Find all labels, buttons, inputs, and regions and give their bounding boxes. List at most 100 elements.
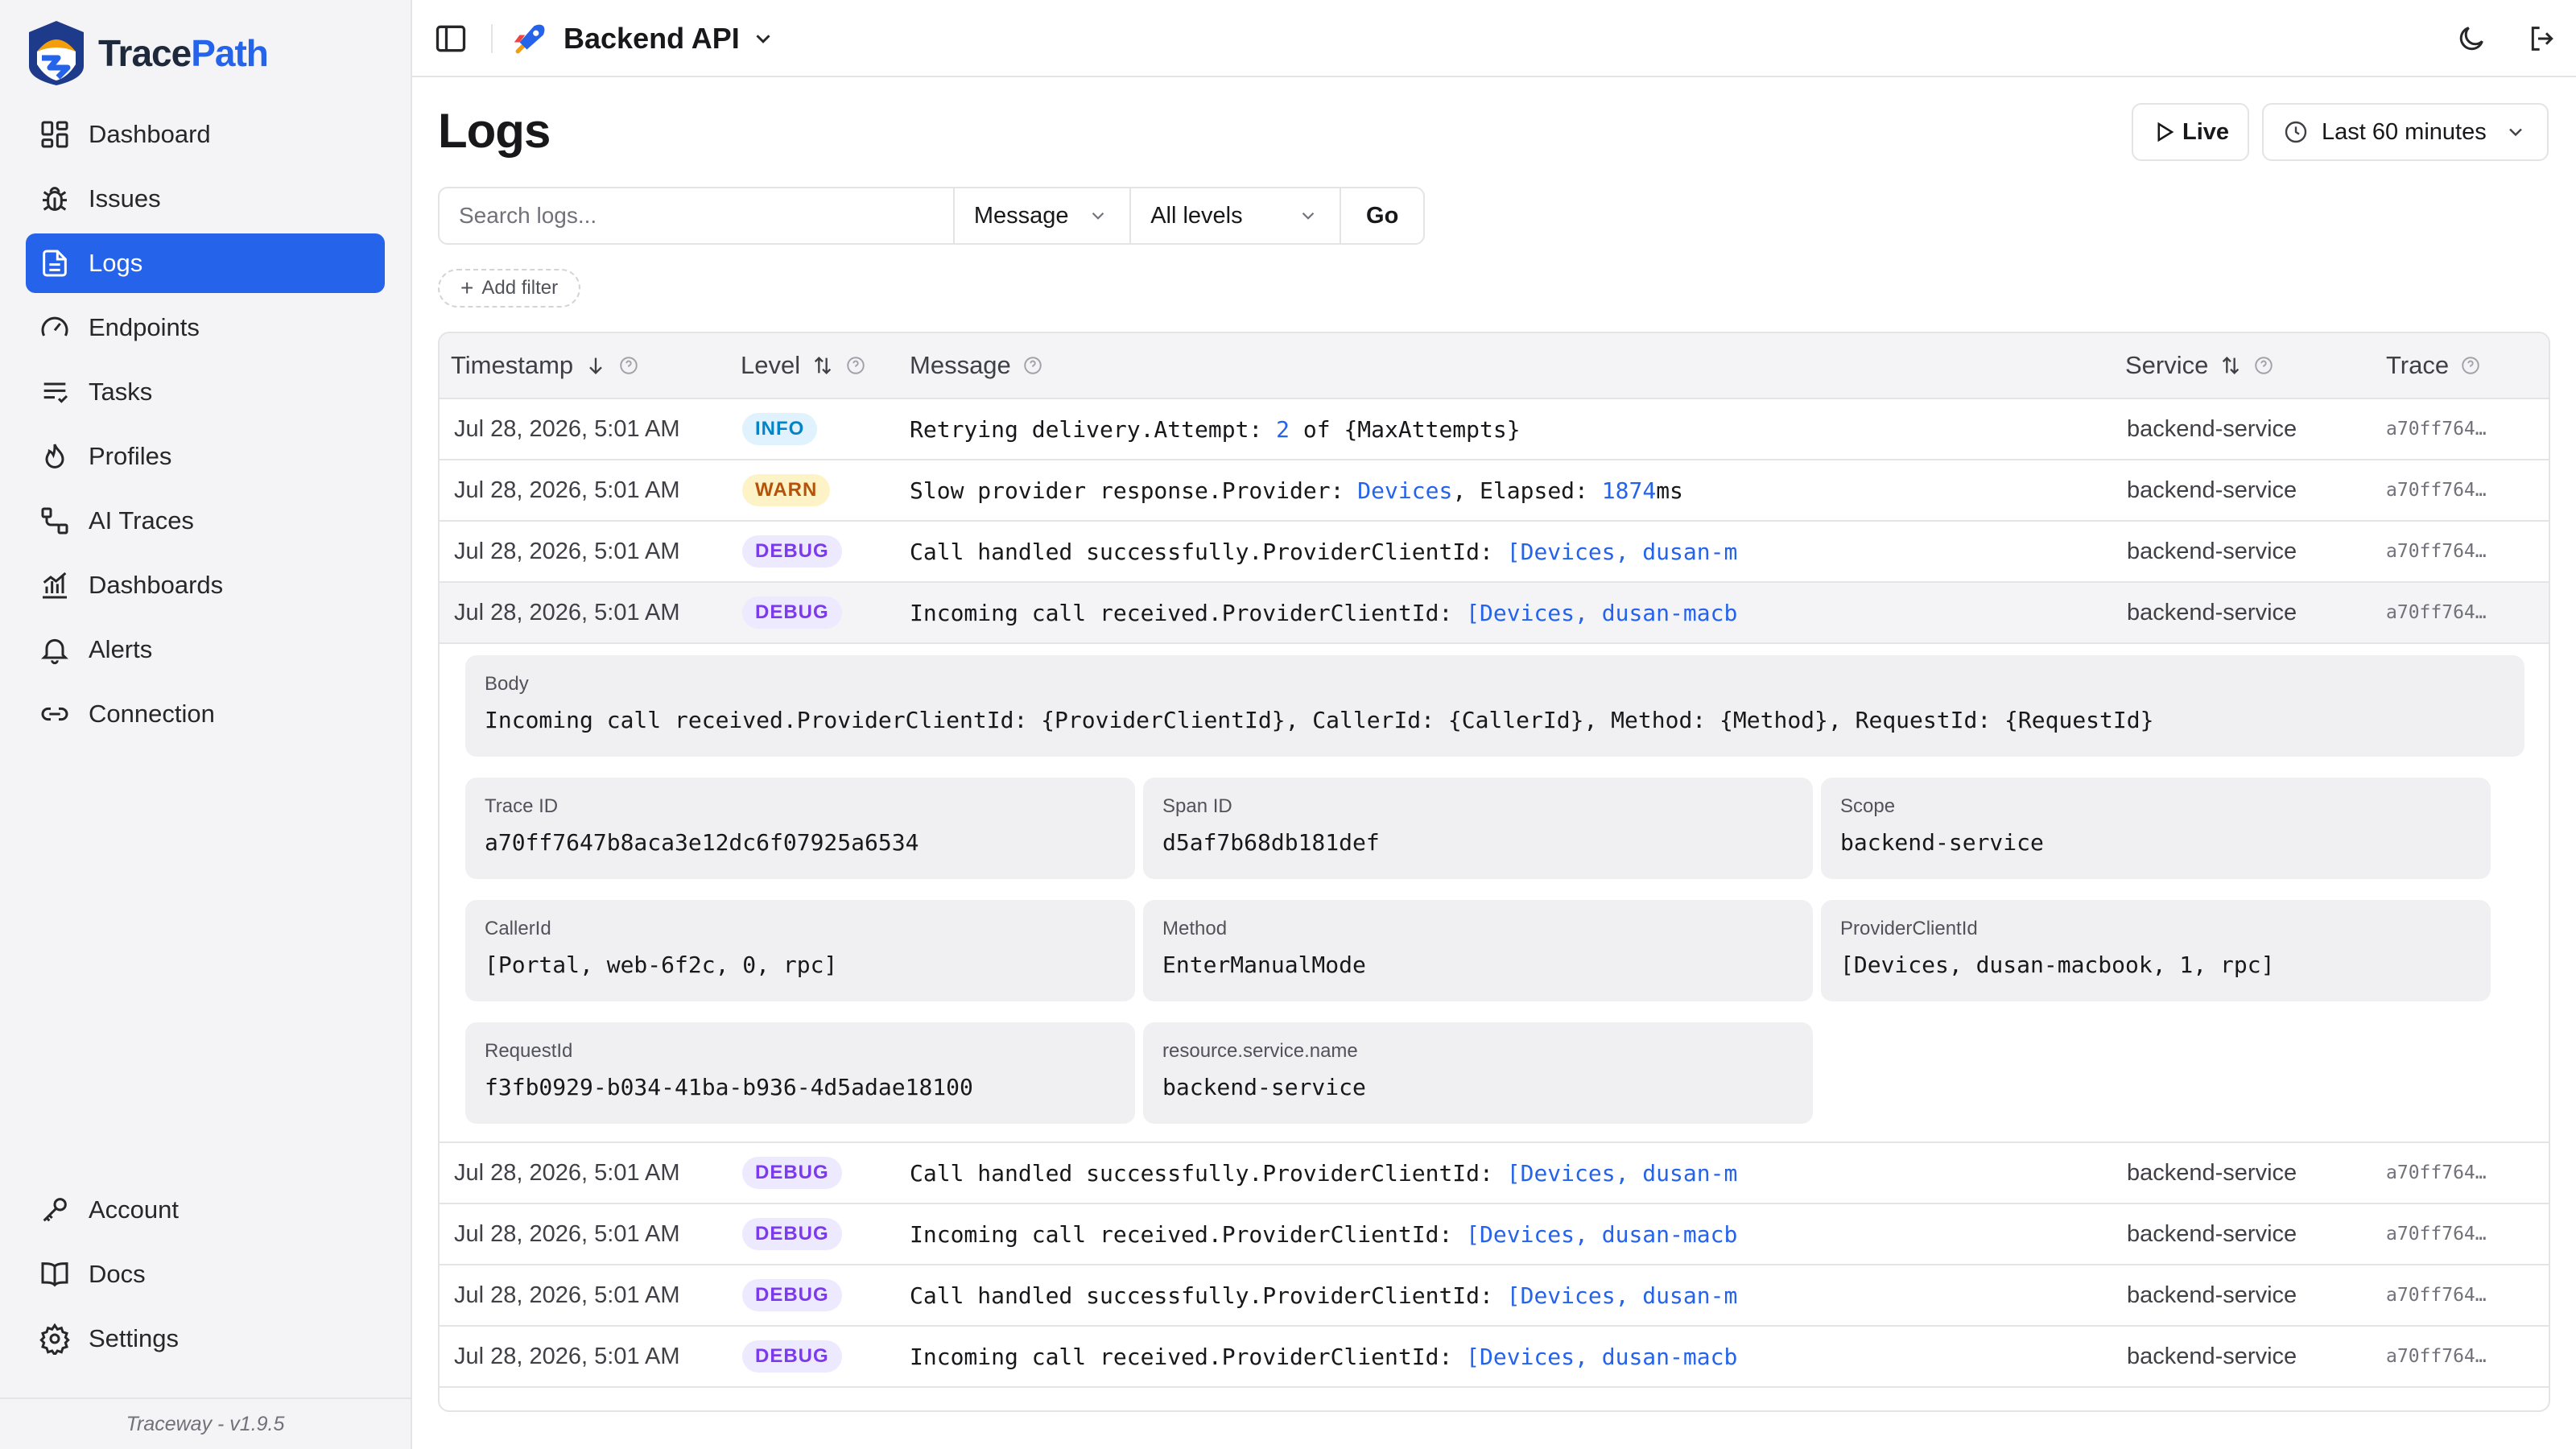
sidebar-item-connection[interactable]: Connection [26, 684, 385, 744]
chevron-down-icon [756, 35, 770, 43]
detail-field-value[interactable]: a70ff7647b8aca3e12dc6f07925a6534 [485, 829, 1116, 856]
sidebar-item-docs[interactable]: Docs [26, 1245, 385, 1304]
detail-field-value[interactable]: [Portal, web-6f2c, 0, rpc] [485, 952, 1116, 978]
row-level: DEBUG [742, 583, 842, 642]
level-select[interactable]: All levels [1129, 188, 1340, 243]
row-trace-id[interactable]: a70ff764… [2386, 460, 2487, 520]
table-row[interactable]: Jul 28, 2026, 5:01 AM DEBUG Call handled s… [440, 1143, 2549, 1204]
sort-desc-icon[interactable] [584, 354, 607, 377]
column-header-trace[interactable]: Trace [2386, 333, 2481, 398]
gear-icon [39, 1323, 70, 1355]
app-version: Traceway - v1.9.5 [0, 1397, 411, 1449]
column-header-level[interactable]: Level [741, 333, 866, 398]
table-row[interactable]: Jul 28, 2026, 5:01 AM DEBUG Incoming call … [440, 1327, 2549, 1388]
search-input[interactable] [440, 188, 953, 243]
level-badge: INFO [742, 413, 818, 445]
help-circle-icon[interactable] [2253, 355, 2274, 376]
row-trace-id[interactable]: a70ff764… [2386, 522, 2487, 581]
table-row[interactable]: Jul 28, 2026, 5:01 AM DEBUG Call handled s… [440, 1265, 2549, 1327]
row-service: backend-service [2127, 1282, 2297, 1308]
table-row[interactable]: Jul 28, 2026, 5:01 AM DEBUG Incoming call … [440, 583, 2549, 644]
bar-chart-icon [43, 572, 67, 599]
row-level: DEBUG [742, 522, 842, 581]
sidebar-item-profiles[interactable]: Profiles [26, 427, 385, 486]
search-field-select[interactable]: Message [952, 188, 1129, 243]
column-label: Level [741, 351, 801, 379]
bell-icon [41, 638, 68, 665]
table-row[interactable]: Jul 28, 2026, 5:01 AM WARN Slow provider r… [440, 460, 2549, 522]
project-rocket-icon [514, 24, 545, 54]
help-circle-icon[interactable] [1022, 355, 1043, 376]
book-icon [41, 1262, 68, 1287]
detail-body-card: Body Incoming call received.ProviderClie… [465, 655, 2524, 757]
chevron-down-icon [1302, 212, 1315, 220]
dashboard-grid-icon [41, 121, 68, 148]
sidebar-item-issues[interactable]: Issues [26, 169, 385, 229]
row-trace-id[interactable]: a70ff764… [2386, 583, 2487, 642]
help-circle-icon[interactable] [2460, 355, 2481, 376]
column-header-message[interactable]: Message [910, 333, 1043, 398]
detail-field-value[interactable]: d5af7b68db181def [1162, 829, 1794, 856]
sidebar-item-dashboard[interactable]: Dashboard [26, 105, 385, 164]
row-trace-id[interactable]: a70ff764… [2386, 1143, 2487, 1203]
sidebar-item-settings[interactable]: Settings [26, 1309, 385, 1368]
detail-field-value[interactable]: EnterManualMode [1162, 952, 1794, 978]
logout-icon[interactable] [2526, 23, 2558, 55]
row-trace-id[interactable]: a70ff764… [2386, 1204, 2487, 1264]
level-select-value: All levels [1150, 202, 1243, 229]
sidebar-item-ai-traces[interactable]: AI Traces [26, 491, 385, 551]
row-trace-id[interactable]: a70ff764… [2386, 1327, 2487, 1386]
chevron-down-icon [1092, 212, 1104, 220]
go-button[interactable]: Go [1340, 188, 1423, 243]
message-text: ms [1656, 477, 1683, 504]
sidebar-item-tasks[interactable]: Tasks [26, 362, 385, 422]
sidebar-item-dashboards[interactable]: Dashboards [26, 555, 385, 615]
table-row[interactable]: Jul 28, 2026, 5:01 AM INFO Retrying delive… [440, 399, 2549, 460]
row-message: Slow provider response.Provider: Devices… [910, 460, 1737, 520]
sort-icon[interactable] [2219, 354, 2242, 377]
sort-icon[interactable] [811, 354, 834, 377]
table-row[interactable]: Jul 28, 2026, 5:01 AM DEBUG Call handled s… [440, 522, 2549, 583]
row-trace-id[interactable]: a70ff764… [2386, 399, 2487, 459]
column-header-timestamp[interactable]: Timestamp [451, 333, 639, 398]
column-header-service[interactable]: Service [2125, 333, 2274, 398]
column-label: Trace [2386, 351, 2450, 379]
detail-field-value[interactable]: backend-service [1162, 1074, 1794, 1100]
sidebar-item-label: Logs [89, 249, 143, 277]
moon-icon[interactable] [2455, 23, 2487, 55]
sidebar-item-label: Issues [89, 184, 161, 213]
project-switcher[interactable]: Backend API [509, 16, 775, 61]
table-row[interactable]: Jul 28, 2026, 5:01 AM DEBUG Incoming call … [440, 1204, 2549, 1265]
sidebar-item-alerts[interactable]: Alerts [26, 620, 385, 679]
app-logo[interactable]: TracePath [26, 19, 269, 87]
time-range-select[interactable]: Last 60 minutes [2262, 103, 2549, 161]
row-timestamp: Jul 28, 2026, 5:01 AM [454, 538, 680, 564]
detail-field-value[interactable]: Incoming call received.ProviderClientId:… [485, 707, 2505, 733]
detail-field-value[interactable]: backend-service [1840, 829, 2471, 856]
row-message: Incoming call received.ProviderClientId:… [910, 1327, 1737, 1386]
live-button[interactable]: Live [2132, 103, 2249, 161]
detail-field-key: Trace ID [485, 795, 559, 817]
column-label: Service [2125, 351, 2209, 379]
sidebar-item-label: Dashboards [89, 571, 224, 599]
sidebar-item-logs[interactable]: Logs [26, 233, 385, 293]
time-range-label: Last 60 minutes [2322, 118, 2487, 145]
row-trace-id[interactable]: a70ff764… [2386, 1265, 2487, 1325]
row-message: Incoming call received.ProviderClientId:… [910, 1204, 1737, 1264]
help-circle-icon[interactable] [618, 355, 639, 376]
detail-field-key: CallerId [485, 918, 551, 939]
row-level: DEBUG [742, 1265, 842, 1325]
table-body-top: Jul 28, 2026, 5:01 AM INFO Retrying delive… [440, 399, 2549, 644]
sidebar-nav: Dashboard Issues Logs Endpoints Tasks Pr… [26, 105, 385, 749]
sidebar-toggle-icon[interactable] [433, 21, 469, 56]
sidebar-item-account[interactable]: Account [26, 1180, 385, 1240]
detail-field-value[interactable]: [Devices, dusan-macbook, 1, rpc] [1840, 952, 2471, 978]
message-text: , Elapsed: [1452, 477, 1602, 504]
add-filter-button[interactable]: + Add filter [438, 269, 581, 308]
help-circle-icon[interactable] [845, 355, 866, 376]
detail-field-value[interactable]: f3fb0929-b034-41ba-b936-4d5adae18100 [485, 1074, 1116, 1100]
row-message: Retrying delivery.Attempt: 2 of {MaxAtte… [910, 399, 1737, 459]
sidebar-item-endpoints[interactable]: Endpoints [26, 298, 385, 357]
table-body-bottom: Jul 28, 2026, 5:01 AM DEBUG Call handled s… [440, 1143, 2549, 1388]
level-badge: DEBUG [742, 597, 842, 629]
